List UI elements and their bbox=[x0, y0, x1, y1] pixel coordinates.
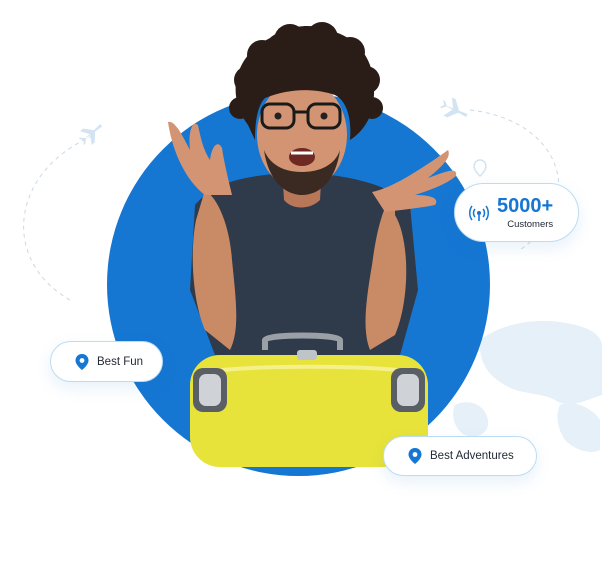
best-fun-label: Best Fun bbox=[97, 355, 144, 368]
best-fun-badge: Best Fun bbox=[50, 341, 163, 382]
left-hand bbox=[168, 121, 232, 195]
right-hand bbox=[372, 150, 457, 212]
traveler-illustration bbox=[168, 22, 457, 467]
customers-label: Customers bbox=[507, 219, 554, 230]
best-adventures-badge: Best Adventures bbox=[383, 436, 537, 476]
location-pin-icon bbox=[408, 448, 422, 464]
best-adventures-label: Best Adventures bbox=[430, 450, 514, 462]
location-pin-icon bbox=[75, 353, 89, 370]
customers-badge: 5000+ Customers bbox=[454, 183, 579, 242]
open-mouth bbox=[289, 148, 315, 166]
signal-icon bbox=[469, 205, 489, 221]
customers-count: 5000+ bbox=[497, 195, 554, 217]
